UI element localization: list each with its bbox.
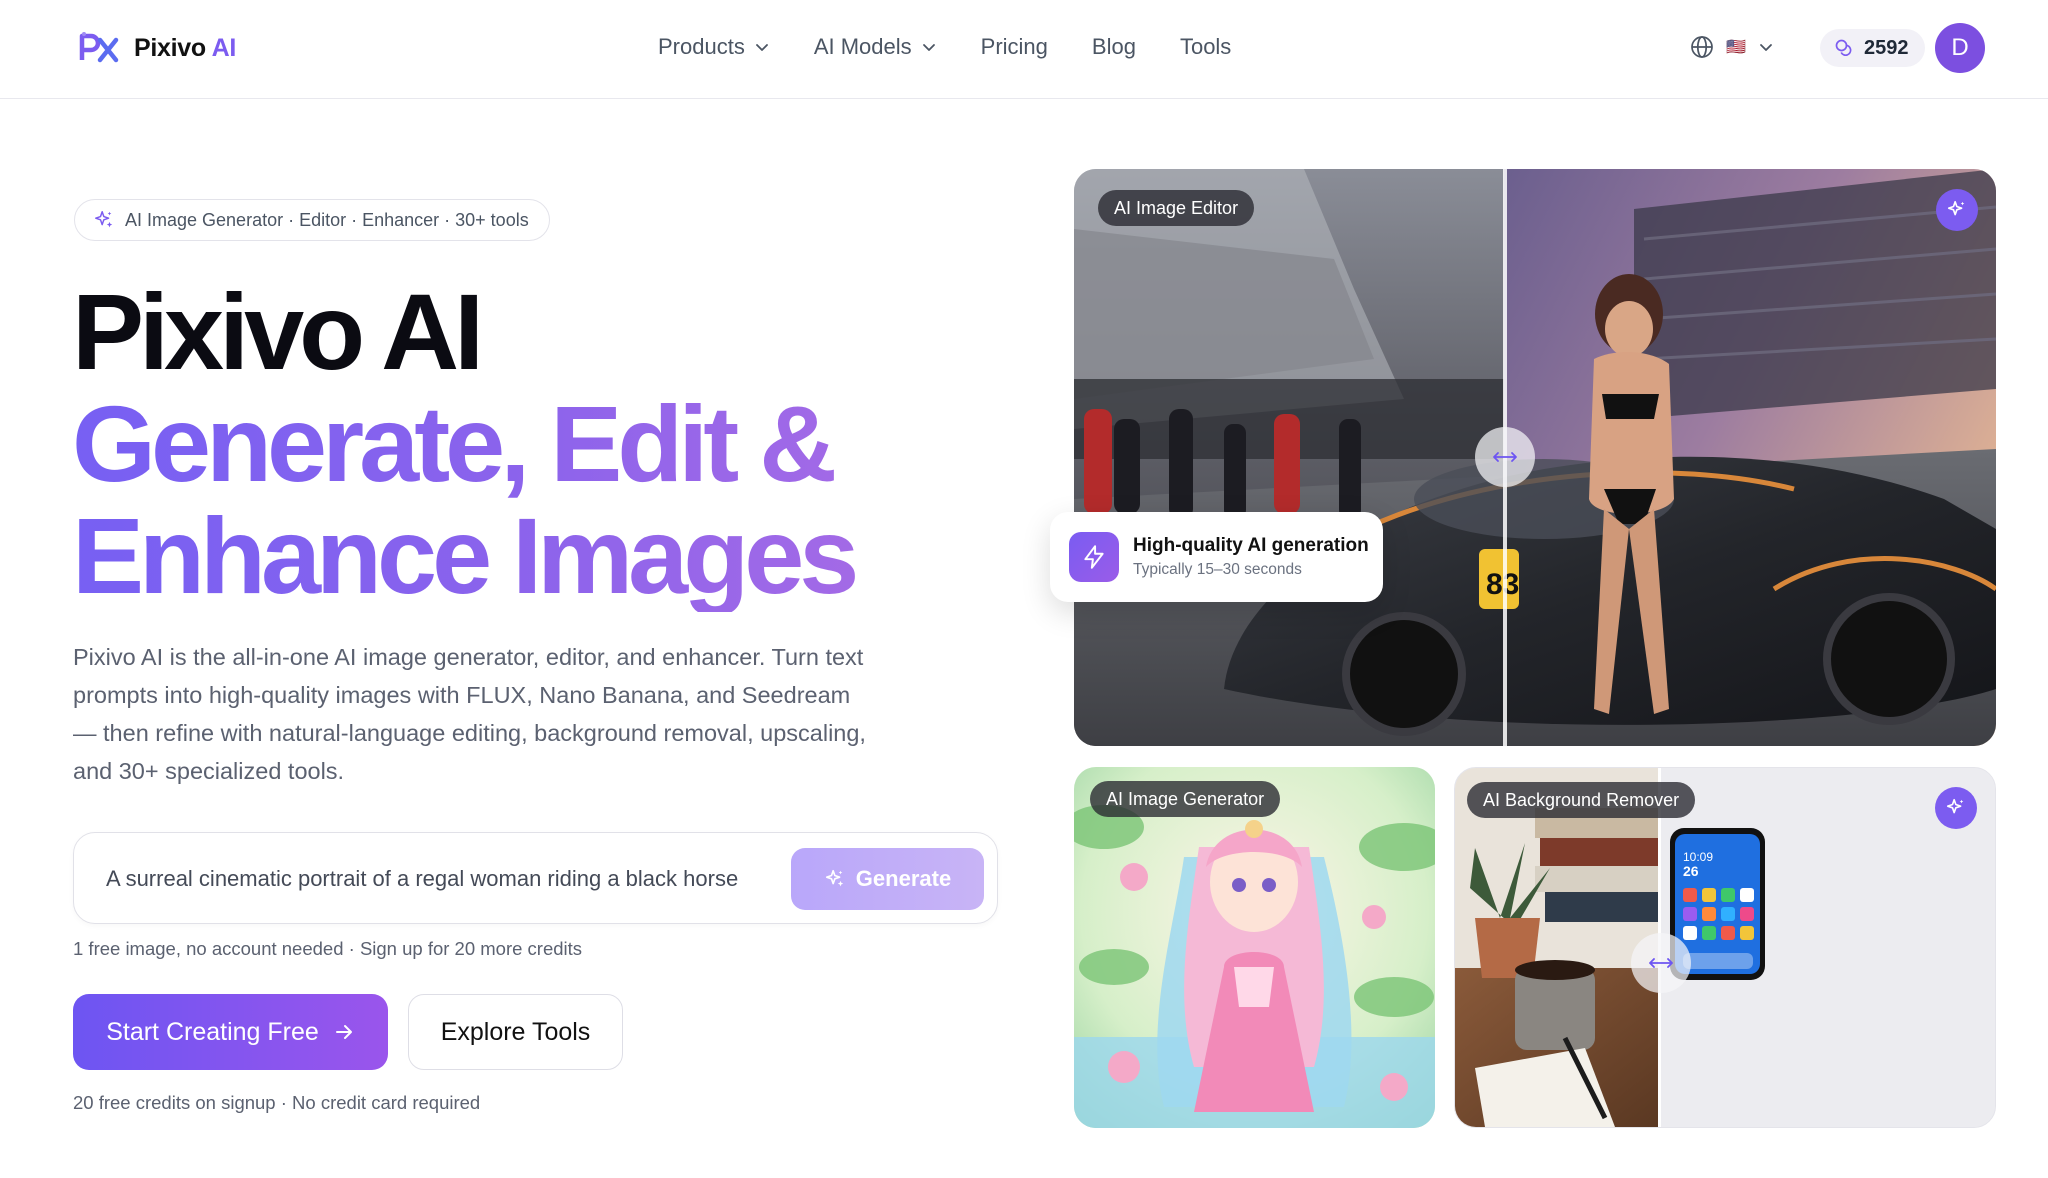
feature-pill: AI Image Generator · Editor · Enhancer ·… (74, 199, 550, 241)
user-avatar[interactable]: D (1935, 23, 1985, 73)
sparkles-icon (1946, 798, 1964, 814)
coins-icon (1835, 39, 1852, 57)
chevron-down-icon (755, 44, 768, 51)
generation-info-card: High-quality AI generation Typically 15–… (1050, 512, 1383, 602)
desk-phone-image: 10:09 26 (1455, 768, 1995, 1127)
explore-tools-button[interactable]: Explore Tools (408, 994, 623, 1070)
brand-logo[interactable]: Pixivo AI (78, 30, 236, 66)
site-header: Pixivo AI Products AI Models Pricing Blo… (0, 0, 2048, 99)
image-generator-tag: AI Image Generator (1090, 781, 1281, 817)
svg-text:83: 83 (1486, 568, 1519, 601)
nav-pricing[interactable]: Pricing (981, 34, 1048, 60)
phone-date: 26 (1683, 863, 1699, 879)
prompt-bar: Generate (73, 832, 998, 925)
hero-subtitle-line-1: Generate, Edit & (72, 383, 833, 504)
nav-tools[interactable]: Tools (1180, 34, 1231, 60)
nav-blog[interactable]: Blog (1092, 34, 1136, 60)
background-remover-showcase: 10:09 26 AI Background Remover (1454, 767, 1996, 1128)
flag-us-icon: 🇺🇸 (1726, 39, 1746, 56)
magic-edit-button[interactable] (1936, 189, 1978, 231)
signup-credits-note: 20 free credits on signup · No credit ca… (73, 1092, 481, 1113)
race-car-image: 83 (1074, 169, 1996, 746)
arrows-horizontal-icon (1493, 452, 1517, 462)
hero-subtitle-line-2: Enhance Images (72, 495, 855, 616)
credits-count: 2592 (1864, 36, 1909, 59)
hero-title: Pixivo AI (72, 271, 484, 392)
main-nav: Products AI Models Pricing Blog Tools (658, 34, 1275, 60)
sparkles-icon (825, 869, 844, 887)
anime-princess-image (1074, 767, 1435, 1128)
language-selector[interactable]: 🇺🇸 (1690, 35, 1774, 59)
image-editor-tag: AI Image Editor (1098, 190, 1255, 226)
pixivo-logo-icon (79, 32, 119, 63)
magic-remove-button[interactable] (1935, 787, 1977, 829)
compare-slider-handle[interactable] (1631, 933, 1691, 993)
sparkles-icon (1947, 200, 1965, 216)
compare-slider-handle[interactable] (1475, 427, 1535, 487)
hero-description: Pixivo AI is the all-in-one AI image gen… (73, 644, 866, 784)
start-creating-button[interactable]: Start Creating Free (73, 994, 388, 1070)
generation-info-title: High-quality AI generation (1133, 535, 1369, 556)
credits-badge[interactable]: 2592 (1820, 29, 1925, 67)
generation-info-subtitle: Typically 15–30 seconds (1133, 561, 1302, 578)
phone-time: 10:09 (1683, 850, 1713, 864)
background-remover-tag: AI Background Remover (1467, 782, 1696, 818)
free-image-note: 1 free image, no account needed · Sign u… (73, 938, 583, 959)
sparkles-icon (95, 211, 113, 228)
nav-ai-models[interactable]: AI Models (814, 34, 937, 60)
arrows-horizontal-icon (1649, 958, 1673, 968)
image-editor-showcase: 83 AI Image Editor (1074, 169, 1996, 746)
chevron-down-icon (922, 44, 935, 51)
nav-products[interactable]: Products (658, 34, 770, 60)
hero-subtitle: Generate, Edit & Enhance Images (72, 388, 872, 612)
chevron-down-icon (1760, 44, 1772, 51)
brand-name: Pixivo AI (134, 33, 236, 62)
prompt-input[interactable] (106, 833, 806, 925)
lightning-icon (1069, 532, 1119, 582)
generate-button[interactable]: Generate (791, 848, 984, 910)
globe-icon (1691, 36, 1713, 58)
arrow-right-icon (335, 1025, 352, 1039)
image-generator-showcase: AI Image Generator (1074, 767, 1435, 1128)
